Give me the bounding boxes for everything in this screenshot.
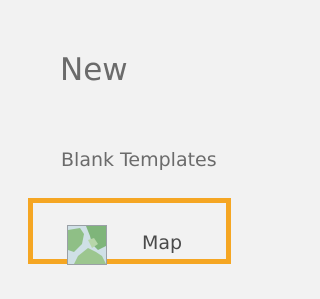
template-label-map: Map bbox=[142, 232, 183, 254]
section-heading-blank-templates: Blank Templates bbox=[61, 149, 217, 171]
map-thumbnail-icon bbox=[67, 225, 107, 265]
page-title: New bbox=[60, 52, 128, 88]
template-item-map[interactable]: Map bbox=[28, 198, 231, 265]
